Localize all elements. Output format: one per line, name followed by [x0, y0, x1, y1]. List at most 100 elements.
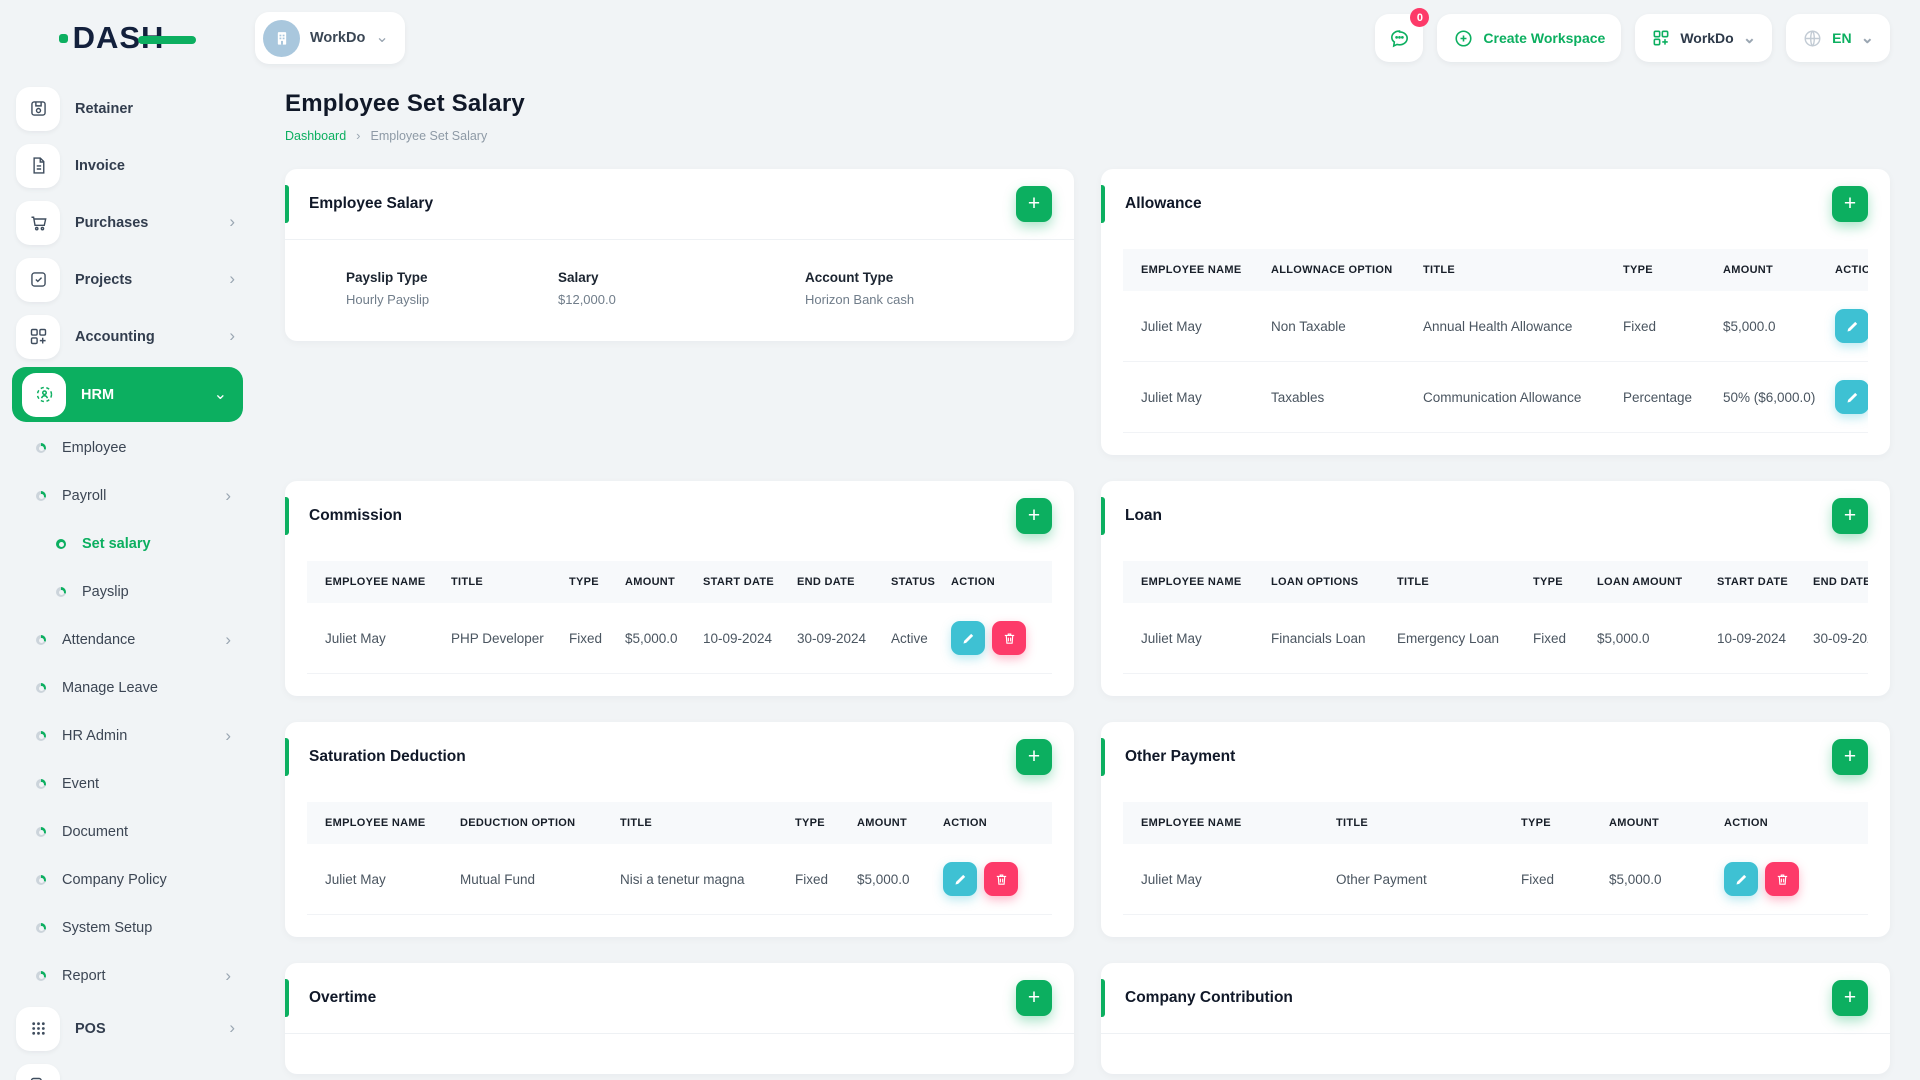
chevron-right-icon	[225, 967, 231, 986]
add-other-payment-button[interactable]	[1832, 739, 1868, 775]
messages-button[interactable]: 0	[1375, 8, 1430, 62]
column-header: AMOUNT	[1723, 264, 1774, 276]
sidebar-item-report[interactable]: Report	[0, 952, 255, 1000]
pencil-icon	[963, 633, 973, 643]
commission-table: EMPLOYEE NAME TITLE TYPE AMOUNT START DA…	[307, 561, 1052, 674]
add-employee-salary-button[interactable]	[1016, 186, 1052, 222]
cell-status: Active	[891, 630, 928, 646]
sidebar-item-company-policy[interactable]: Company Policy	[0, 856, 255, 904]
edit-button[interactable]	[951, 621, 985, 655]
sidebar-item-hr-admin[interactable]: HR Admin	[0, 712, 255, 760]
delete-button[interactable]	[1765, 862, 1799, 896]
sidebar-item-attendance[interactable]: Attendance	[0, 616, 255, 664]
sidebar-item-crm[interactable]: CRM	[0, 1057, 255, 1080]
sidebar-item-payroll[interactable]: Payroll	[0, 472, 255, 520]
bullet-icon	[56, 587, 66, 597]
sidebar-item-label: HRM	[81, 386, 115, 403]
salary-field: Salary $12,000.0	[558, 270, 805, 307]
sidebar-item-invoice[interactable]: Invoice	[0, 137, 255, 194]
language-selector[interactable]: EN	[1786, 14, 1890, 62]
grid-plus-icon	[1653, 30, 1669, 46]
add-company-contribution-button[interactable]	[1832, 980, 1868, 1016]
logo-dot-icon	[58, 33, 68, 43]
cell-employee-name: Juliet May	[1141, 871, 1202, 887]
check-square-icon	[16, 257, 60, 302]
edit-button[interactable]	[1835, 380, 1868, 414]
cell-type: Fixed	[1533, 630, 1567, 646]
sidebar-item-employee[interactable]: Employee	[0, 424, 255, 472]
sidebar-item-payslip[interactable]: Payslip	[0, 568, 255, 616]
column-header: EMPLOYEE NAME	[1141, 817, 1242, 829]
workspace-avatar	[263, 19, 300, 57]
column-header: STATUS	[891, 576, 936, 588]
table-row: Juliet May PHP Developer Fixed $5,000.0 …	[307, 603, 1052, 674]
create-workspace-button[interactable]: Create Workspace	[1437, 14, 1622, 62]
sidebar-item-manage-leave[interactable]: Manage Leave	[0, 664, 255, 712]
language-label: EN	[1832, 30, 1852, 46]
sidebar-item-label: Invoice	[75, 157, 125, 174]
app-logo[interactable]: DASH	[58, 20, 197, 56]
workspace-switcher[interactable]: WorkDo	[1635, 14, 1773, 62]
sidebar-item-hrm[interactable]: HRM	[12, 367, 243, 422]
table-header: EMPLOYEE NAME DEDUCTION OPTION TITLE TYP…	[307, 802, 1052, 844]
sidebar-item-system-setup[interactable]: System Setup	[0, 904, 255, 952]
cell-amount: 50% ($6,000.0)	[1723, 389, 1816, 405]
table-row: Juliet May Mutual Fund Nisi a tenetur ma…	[307, 844, 1052, 915]
add-allowance-button[interactable]	[1832, 186, 1868, 222]
edit-button[interactable]	[1724, 862, 1758, 896]
sidebar-item-label: Retainer	[75, 100, 134, 117]
trash-icon	[1004, 632, 1014, 644]
workspace-pill[interactable]: WorkDo	[255, 12, 405, 64]
sidebar-item-accounting[interactable]: Accounting	[0, 308, 255, 365]
bullet-icon	[36, 635, 46, 645]
sidebar-item-label: Attendance	[62, 632, 136, 648]
plus-circle-icon	[1455, 29, 1472, 47]
sidebar-item-event[interactable]: Event	[0, 760, 255, 808]
sidebar-item-label: System Setup	[62, 920, 153, 936]
chat-icon	[1390, 29, 1408, 47]
chevron-right-icon	[225, 631, 231, 650]
delete-button[interactable]	[984, 862, 1018, 896]
column-header: TYPE	[1533, 576, 1563, 588]
sidebar-item-label: Payroll	[62, 488, 107, 504]
cell-end-date: 30-09-2024	[797, 630, 867, 646]
overtime-card: Overtime	[285, 963, 1074, 1074]
column-header: AMOUNT	[1609, 817, 1660, 829]
other-payment-table: EMPLOYEE NAME TITLE TYPE AMOUNT ACTION J…	[1123, 802, 1868, 915]
sidebar-item-set-salary[interactable]: Set salary	[0, 520, 255, 568]
table-header: EMPLOYEE NAME ALLOWNACE OPTION TITLE TYP…	[1123, 249, 1868, 291]
add-commission-button[interactable]	[1016, 498, 1052, 534]
saturation-deduction-table: EMPLOYEE NAME DEDUCTION OPTION TITLE TYP…	[307, 802, 1052, 915]
table-header: EMPLOYEE NAME LOAN OPTIONS TITLE TYPE LO…	[1123, 561, 1868, 603]
sidebar-item-pos[interactable]: POS	[0, 1000, 255, 1057]
sidebar-item-purchases[interactable]: Purchases	[0, 194, 255, 251]
cell-employee-name: Juliet May	[1141, 630, 1202, 646]
sidebar-item-retainer[interactable]: Retainer	[0, 80, 255, 137]
add-loan-button[interactable]	[1832, 498, 1868, 534]
table-row: Juliet May Financials Loan Emergency Loa…	[1123, 603, 1868, 674]
cell-title: Communication Allowance	[1423, 389, 1582, 405]
column-header: EMPLOYEE NAME	[325, 817, 426, 829]
column-header: AMOUNT	[857, 817, 908, 829]
column-header: AMOUNT	[625, 576, 676, 588]
pencil-icon	[955, 874, 965, 884]
loan-table: EMPLOYEE NAME LOAN OPTIONS TITLE TYPE LO…	[1123, 561, 1868, 674]
column-header: LOAN AMOUNT	[1597, 576, 1683, 588]
cell-type: Fixed	[1623, 318, 1657, 334]
sidebar-item-projects[interactable]: Projects	[0, 251, 255, 308]
chevron-down-icon	[1743, 30, 1756, 46]
sidebar-item-label: Payslip	[82, 584, 129, 600]
card-title: Allowance	[1125, 195, 1202, 212]
cell-start-date: 10-09-2024	[703, 630, 773, 646]
delete-button[interactable]	[992, 621, 1026, 655]
edit-button[interactable]	[943, 862, 977, 896]
account-type-field: Account Type Horizon Bank cash	[805, 270, 914, 307]
column-header: START DATE	[703, 576, 775, 588]
add-overtime-button[interactable]	[1016, 980, 1052, 1016]
edit-button[interactable]	[1835, 309, 1868, 343]
breadcrumb-dashboard-link[interactable]: Dashboard	[285, 129, 346, 143]
column-header: END DATE	[1813, 576, 1868, 588]
add-saturation-deduction-button[interactable]	[1016, 739, 1052, 775]
sidebar-item-document[interactable]: Document	[0, 808, 255, 856]
cell-employee-name: Juliet May	[325, 871, 386, 887]
